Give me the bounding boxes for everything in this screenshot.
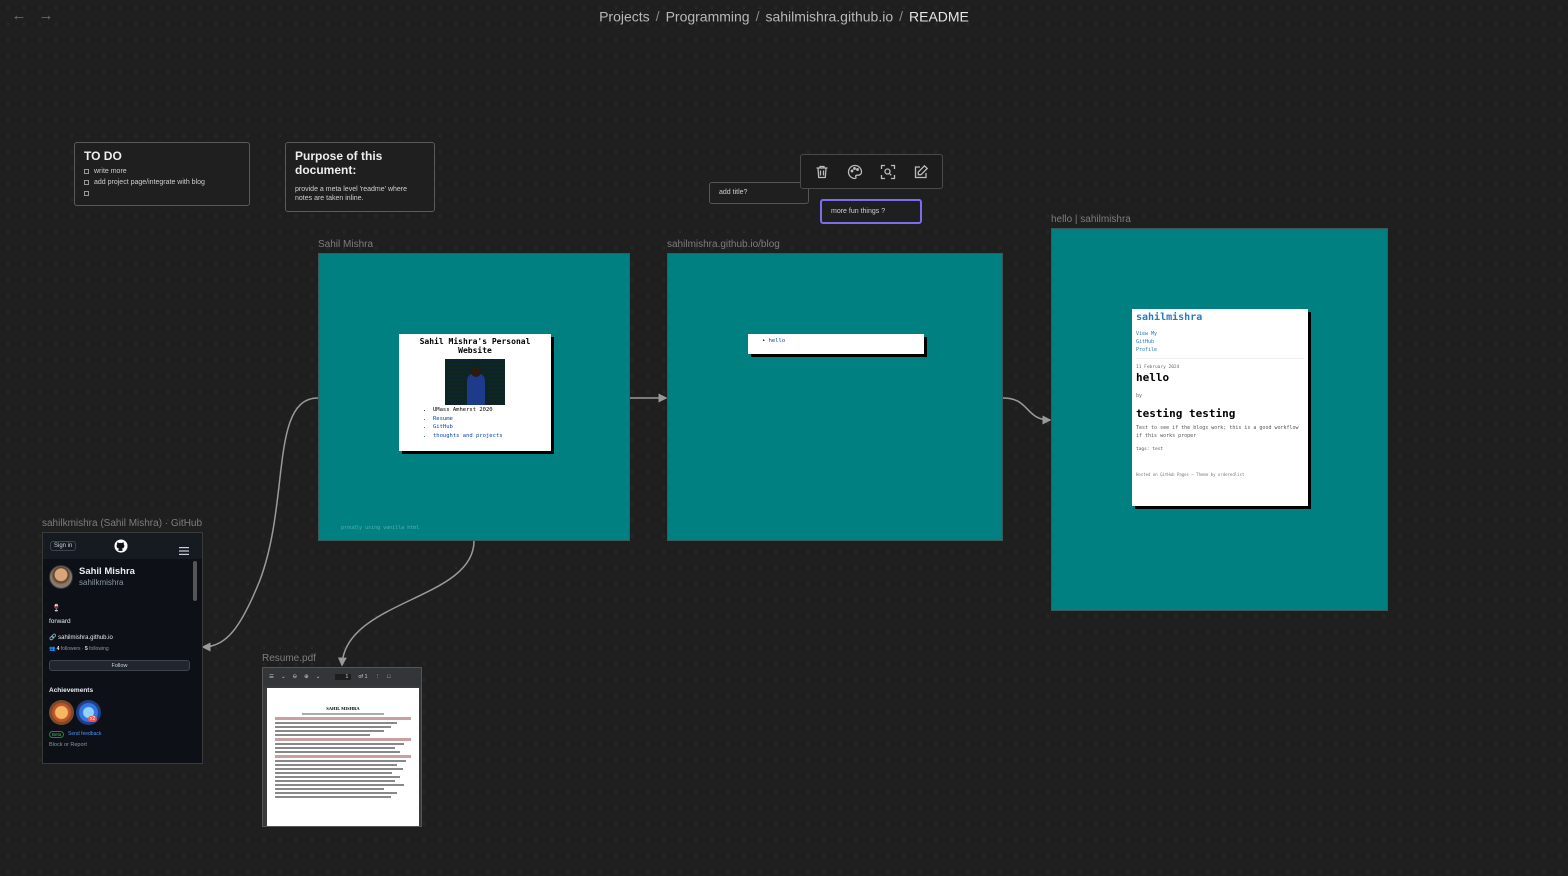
profile-link[interactable]: Profile xyxy=(1136,346,1304,354)
page-number-input[interactable]: 1 xyxy=(335,674,352,680)
following-label: following xyxy=(89,646,109,652)
document-icon[interactable]: □ xyxy=(387,674,390,680)
more-fun-things-note[interactable]: more fun things ? xyxy=(820,199,922,224)
avatar[interactable] xyxy=(49,565,73,589)
zoom-in-icon[interactable]: ⊕ xyxy=(304,674,309,680)
achievement-badge-icon[interactable] xyxy=(49,700,74,725)
pdf-viewer-frame[interactable]: ☰ ⌄ ⊖ ⊕ ⌄ 1 of 1 ⋮ □ SAHIL MISHRA xyxy=(262,667,422,827)
zoom-out-icon[interactable]: ⊖ xyxy=(293,674,298,680)
blog-frame[interactable]: • hello xyxy=(667,253,1003,541)
profile-name: Sahil Mishra xyxy=(79,566,135,577)
github-header: Sign in xyxy=(43,533,202,559)
frame-label[interactable]: sahilmishra.github.io/blog xyxy=(667,239,780,250)
follow-button[interactable]: Follow xyxy=(49,660,190,671)
purpose-body: provide a meta level 'readme' where note… xyxy=(295,186,408,202)
people-icon: 👥 xyxy=(49,646,56,652)
followers-count[interactable]: 4 xyxy=(57,646,60,652)
blog-window: • hello xyxy=(748,334,924,354)
site-heading: Sahil Mishra's Personal Website xyxy=(419,337,531,355)
scrollbar[interactable] xyxy=(193,561,197,601)
profile-link[interactable]: View My xyxy=(1136,330,1304,338)
post-title: hello xyxy=(1136,371,1170,384)
profile-photo xyxy=(445,359,505,405)
palette-icon[interactable] xyxy=(842,159,868,185)
site-footer: proudly using vanilla html xyxy=(341,525,420,531)
todo-note[interactable]: TO DO write more add project page/integr… xyxy=(74,142,250,206)
sidebar-toggle-icon[interactable]: ☰ xyxy=(269,674,274,680)
todo-title: TO DO xyxy=(84,149,122,163)
resume-link[interactable]: Resume xyxy=(433,415,547,424)
post-byline: by xyxy=(1136,393,1143,399)
frame-label[interactable]: Resume.pdf xyxy=(262,653,316,664)
link-icon: 🔗 xyxy=(49,635,57,641)
todo-item xyxy=(84,189,240,198)
following-count[interactable]: 5 xyxy=(85,646,88,652)
checkbox[interactable] xyxy=(84,169,89,174)
followers-label: followers xyxy=(60,646,81,652)
zoom-fit-icon[interactable] xyxy=(875,159,901,185)
profile-bio: forward xyxy=(49,618,71,625)
frame-label[interactable]: sahilkmishra (Sahil Mishra) · GitHub xyxy=(42,518,202,529)
checkbox[interactable] xyxy=(84,191,89,196)
frame-label[interactable]: Sahil Mishra xyxy=(318,239,373,250)
more-menu-icon[interactable]: ⋮ xyxy=(375,674,381,680)
github-link[interactable]: GitHub xyxy=(433,423,547,432)
github-logo-icon[interactable] xyxy=(114,539,128,558)
purpose-note[interactable]: Purpose of this document: provide a meta… xyxy=(285,142,435,212)
block-report-link[interactable]: Block or Report xyxy=(49,742,87,748)
post-frame[interactable]: sahilmishra View My GitHub Profile 11 Fe… xyxy=(1051,228,1388,611)
post-tags: tags: test xyxy=(1136,447,1164,452)
website-frame[interactable]: Sahil Mishra's Personal Website UMass Am… xyxy=(318,253,630,541)
page-count: of 1 xyxy=(358,674,368,680)
todo-item-label: write more xyxy=(94,168,127,175)
post-footer: Hosted on GitHub Pages — Theme by ordere… xyxy=(1136,472,1245,477)
follow-stats: 👥 4 followers · 5 following xyxy=(49,646,109,652)
purpose-title: Purpose of this document: xyxy=(295,149,383,177)
site-title[interactable]: sahilmishra xyxy=(1136,312,1304,323)
hamburger-menu-icon[interactable] xyxy=(179,542,189,560)
pdf-page: SAHIL MISHRA xyxy=(267,688,419,826)
personal-site-window: Sahil Mishra's Personal Website UMass Am… xyxy=(399,334,551,451)
github-profile-frame[interactable]: Sign in Sahil Mishra sahilkmishra 🍷 forw… xyxy=(42,532,203,764)
trash-icon[interactable] xyxy=(809,159,835,185)
beta-badge: Beta xyxy=(49,731,65,738)
node-toolbar xyxy=(800,154,943,189)
frame-label[interactable]: hello | sahilmishra xyxy=(1051,214,1131,225)
status-emoji[interactable]: 🍷 xyxy=(52,604,61,612)
post-subtitle: testing testing xyxy=(1136,407,1236,420)
profile-link[interactable]: GitHub xyxy=(1136,338,1304,346)
send-feedback-link[interactable]: Send feedback xyxy=(68,731,101,737)
chevron-down-icon[interactable]: ⌄ xyxy=(316,674,321,680)
post-window: sahilmishra View My GitHub Profile 11 Fe… xyxy=(1132,309,1308,506)
site-list-item: UMass Amherst 2020 xyxy=(433,406,547,415)
add-title-note[interactable]: add title? xyxy=(709,182,809,204)
profile-website[interactable]: 🔗 sahilmishra.github.io xyxy=(49,634,113,641)
signin-button[interactable]: Sign in xyxy=(50,541,77,551)
todo-item: add project page/integrate with blog xyxy=(84,178,240,187)
thoughts-link[interactable]: thoughts and projects xyxy=(433,432,547,441)
post-date: 11 February 2024 xyxy=(1136,365,1180,370)
achievements-title: Achievements xyxy=(49,687,94,694)
badge-count: x2 xyxy=(88,716,98,722)
website-link[interactable]: sahilmishra.github.io xyxy=(58,635,113,641)
blog-post-link[interactable]: hello xyxy=(769,338,786,344)
profile-username: sahilkmishra xyxy=(79,578,124,587)
chevron-down-icon[interactable]: ⌄ xyxy=(281,674,286,680)
resume-title: SAHIL MISHRA xyxy=(326,706,360,711)
edit-icon[interactable] xyxy=(908,159,934,185)
pdf-toolbar: ☰ ⌄ ⊖ ⊕ ⌄ 1 of 1 ⋮ □ xyxy=(263,668,421,686)
post-body: Test to see if the blogs work; this is a… xyxy=(1136,425,1299,439)
todo-item-label: add project page/integrate with blog xyxy=(94,179,205,186)
todo-item: write more xyxy=(84,167,240,176)
checkbox[interactable] xyxy=(84,180,89,185)
